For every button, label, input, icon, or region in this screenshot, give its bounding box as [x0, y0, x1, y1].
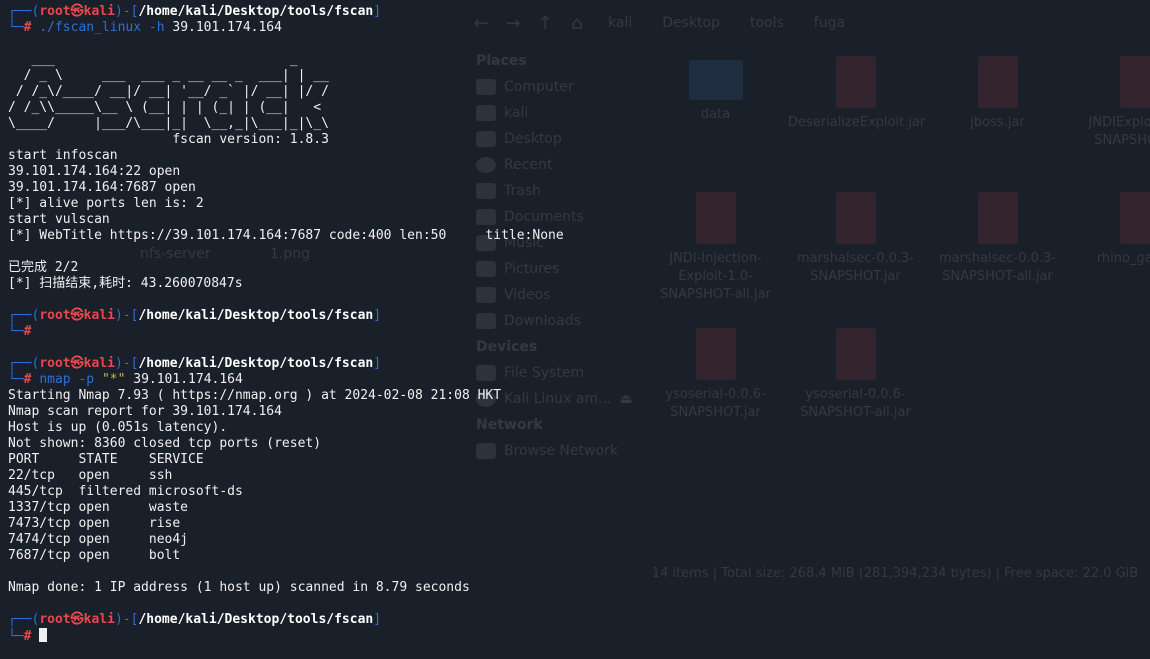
fscan-output: fscan version: 1.8.3 start infoscan 39.1… — [8, 132, 564, 291]
nmap-output: Starting Nmap 7.93 ( https://nmap.org ) … — [8, 388, 502, 595]
terminal-window[interactable]: ┌──(root㉿kali)-[/home/kali/Desktop/tools… — [0, 0, 1150, 659]
text-cursor — [39, 628, 48, 642]
command-line: └─# ./fscan_linux -h 39.101.174.164 — [8, 20, 282, 35]
prompt-line: ┌──(root㉿kali)-[/home/kali/Desktop/tools… — [8, 356, 382, 371]
prompt-line: ┌──(root㉿kali)-[/home/kali/Desktop/tools… — [8, 308, 382, 323]
command-line: └─# — [8, 324, 32, 339]
active-command-line[interactable]: └─# — [8, 628, 1150, 644]
prompt-line: ┌──(root㉿kali)-[/home/kali/Desktop/tools… — [8, 4, 382, 19]
prompt-line: ┌──(root㉿kali)-[/home/kali/Desktop/tools… — [8, 612, 382, 627]
fscan-banner: ___ _ / _ \ ___ ___ _ __ __ _ ___| | __ … — [8, 52, 353, 131]
command-line: └─# nmap -p "*" 39.101.174.164 — [8, 372, 243, 387]
